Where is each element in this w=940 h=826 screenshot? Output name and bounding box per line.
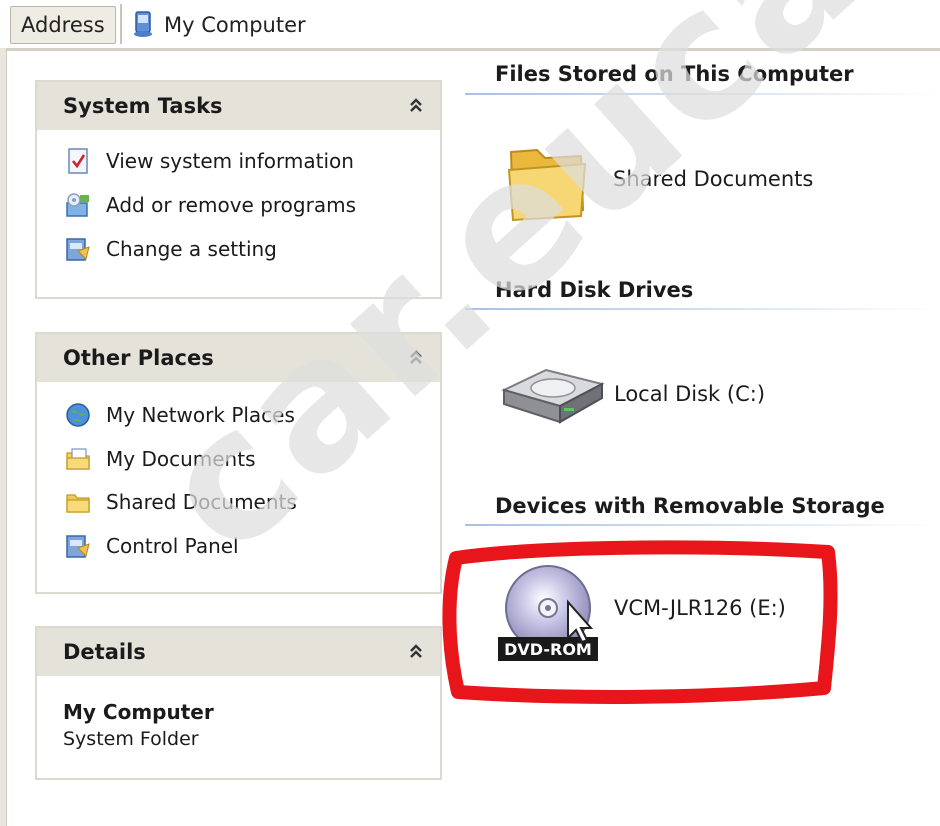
collapse-chevron-icon[interactable] xyxy=(404,94,428,118)
group-heading-hard-disk-drives: Hard Disk Drives xyxy=(495,278,694,302)
other-places-panel: Other Places My Network Places My Docume… xyxy=(35,332,442,594)
address-location: My Computer xyxy=(164,13,306,37)
group-divider xyxy=(465,308,940,310)
item-label: VCM-JLR126 (E:) xyxy=(614,596,786,620)
collapse-chevron-icon[interactable] xyxy=(404,640,428,664)
task-add-remove-programs[interactable]: Add or remove programs xyxy=(64,186,356,224)
details-item-name: My Computer xyxy=(63,700,214,724)
hard-disk-icon xyxy=(501,368,605,424)
dvd-rom-icon: DVD-ROM xyxy=(498,565,598,661)
item-local-disk-c[interactable]: Local Disk (C:) xyxy=(498,360,828,430)
details-item-type: System Folder xyxy=(63,728,199,750)
group-divider xyxy=(465,93,940,95)
group-heading-removable-storage: Devices with Removable Storage xyxy=(495,494,885,518)
place-shared-documents[interactable]: Shared Documents xyxy=(64,483,297,521)
details-panel: Details My Computer System Folder xyxy=(35,626,442,780)
item-shared-documents[interactable]: Shared Documents xyxy=(505,140,835,230)
large-folder-icon xyxy=(507,148,587,222)
place-my-network-places[interactable]: My Network Places xyxy=(64,396,295,434)
dvd-rom-badge: DVD-ROM xyxy=(504,640,592,659)
add-remove-programs-icon xyxy=(66,193,89,217)
my-documents-icon xyxy=(66,448,90,470)
details-header[interactable]: Details xyxy=(37,628,440,676)
panel-title: System Tasks xyxy=(63,94,223,118)
system-info-icon xyxy=(68,148,88,174)
panel-title: Details xyxy=(63,640,146,664)
system-tasks-header[interactable]: System Tasks xyxy=(37,82,440,130)
address-field[interactable]: My Computer xyxy=(120,4,940,44)
my-computer-icon xyxy=(134,11,152,37)
other-places-header[interactable]: Other Places xyxy=(37,334,440,382)
network-places-icon xyxy=(66,403,90,427)
place-control-panel[interactable]: Control Panel xyxy=(64,527,239,565)
address-label: Address xyxy=(10,6,116,44)
collapse-chevron-icon[interactable] xyxy=(404,346,428,370)
system-tasks-panel: System Tasks View system information Add… xyxy=(35,80,442,299)
task-view-system-information[interactable]: View system information xyxy=(64,142,354,180)
place-my-documents[interactable]: My Documents xyxy=(64,440,255,478)
item-label: Shared Documents xyxy=(613,167,814,191)
folder-icon xyxy=(66,494,90,513)
task-change-a-setting[interactable]: Change a setting xyxy=(64,230,277,268)
window-left-edge xyxy=(0,48,7,826)
panel-title: Other Places xyxy=(63,346,214,370)
group-divider xyxy=(465,524,940,526)
control-panel-icon xyxy=(66,535,90,558)
control-panel-icon xyxy=(66,238,90,261)
address-bar: Address My Computer xyxy=(0,0,940,51)
item-dvd-drive-e[interactable]: DVD-ROM VCM-JLR126 (E:) xyxy=(498,562,828,662)
item-label: Local Disk (C:) xyxy=(614,382,766,406)
group-heading-files-stored: Files Stored on This Computer xyxy=(495,62,854,86)
